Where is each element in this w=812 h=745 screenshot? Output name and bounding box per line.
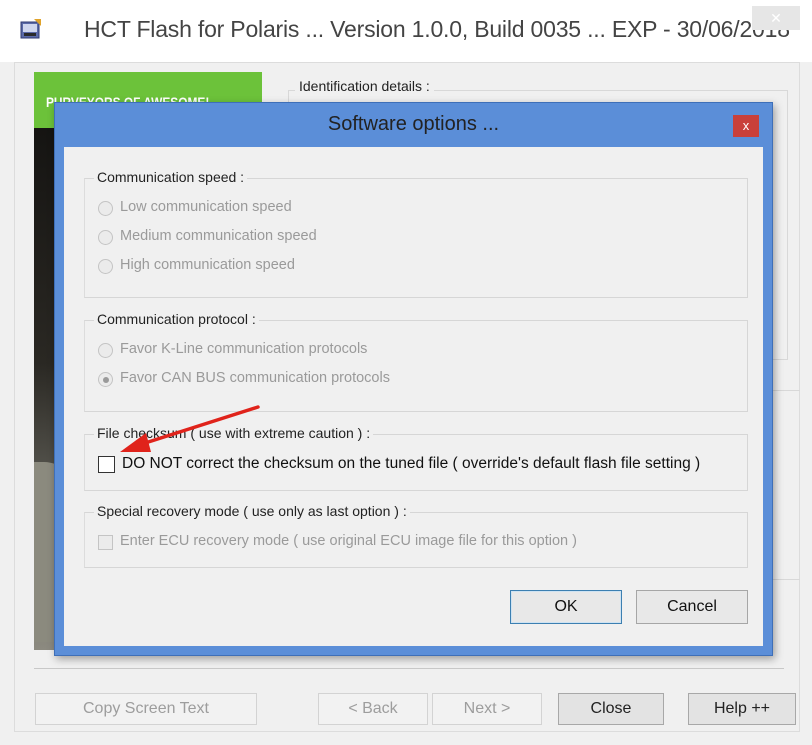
radio-button[interactable] [98,259,113,274]
close-button[interactable]: Close [558,693,664,725]
close-icon: x [742,118,750,133]
radio-label: High communication speed [120,257,295,273]
secondary-group [770,390,800,580]
radio-label: Favor K-Line communication protocols [120,341,368,357]
checkbox-label: DO NOT correct the checksum on the tuned… [122,455,701,472]
dialog-close-button[interactable]: x [733,115,759,137]
ok-button[interactable]: OK [510,590,622,624]
next-button[interactable]: Next > [432,693,542,725]
radio-selected-dot [102,376,109,383]
separator [34,668,784,669]
window-title: HCT Flash for Polaris ... Version 1.0.0,… [84,16,790,42]
checkbox-label: Enter ECU recovery mode ( use original E… [120,533,577,549]
speed-group-label: Communication speed : [94,169,248,185]
checkbox[interactable] [98,456,115,473]
window-close-button[interactable]: ✕ [752,6,800,30]
recovery-group-label: Special recovery mode ( use only as last… [94,503,410,519]
app-icon [20,18,42,40]
dialog-title: Software options ... [327,113,500,135]
cancel-button[interactable]: Cancel [636,590,748,624]
checkbox[interactable] [98,535,113,550]
title-bar[interactable]: HCT Flash for Polaris ... Version 1.0.0,… [0,0,812,62]
radio-label: Favor CAN BUS communication protocols [120,370,390,386]
checksum-group-label: File checksum ( use with extreme caution… [94,425,374,441]
radio-label: Medium communication speed [120,228,317,244]
radio-label: Low communication speed [120,199,292,215]
radio-button-selected[interactable] [98,372,113,387]
protocol-group-label: Communication protocol : [94,311,259,327]
back-button[interactable]: < Back [318,693,428,725]
close-icon: ✕ [770,10,782,26]
radio-button[interactable] [98,343,113,358]
protocol-group [84,320,748,412]
radio-button[interactable] [98,230,113,245]
help-button[interactable]: Help ++ [688,693,796,725]
radio-button[interactable] [98,201,113,216]
copy-screen-text-button[interactable]: Copy Screen Text [35,693,257,725]
identification-label: Identification details : [295,78,434,94]
